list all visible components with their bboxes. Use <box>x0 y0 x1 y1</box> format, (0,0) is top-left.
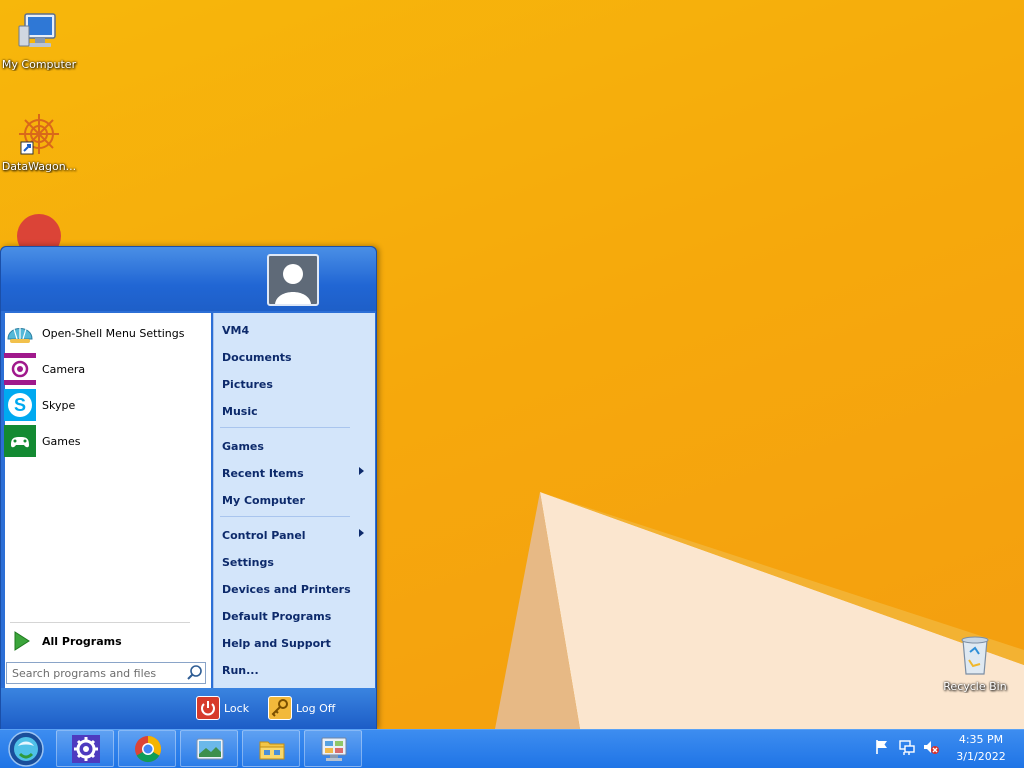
right-item-my-computer[interactable]: My Computer <box>222 489 370 511</box>
right-item-label: Control Panel <box>222 528 306 542</box>
right-item-label: Devices and Printers <box>222 582 351 596</box>
right-item-default-programs[interactable]: Default Programs <box>222 605 370 627</box>
pinned-item-label: Camera <box>42 362 86 376</box>
lock-label: Lock <box>224 701 250 715</box>
taskbar-explorer-button[interactable] <box>242 730 300 767</box>
logoff-label: Log Off <box>296 701 336 715</box>
control-panel-icon <box>319 734 349 764</box>
right-item-vm4[interactable]: VM4 <box>222 319 370 341</box>
taskbar-chrome-button[interactable] <box>118 730 176 767</box>
flag-icon[interactable] <box>873 738 891 756</box>
pinned-item-label: Skype <box>42 398 76 412</box>
right-item-label: Recent Items <box>222 466 304 480</box>
right-item-label: Music <box>222 404 258 418</box>
folder-icon <box>257 734 287 764</box>
pinned-item-games[interactable]: Games <box>4 424 200 458</box>
start-menu-header <box>1 247 376 311</box>
right-item-music[interactable]: Music <box>222 400 370 422</box>
right-item-control-panel[interactable]: Control Panel <box>222 524 370 546</box>
taskbar-clock[interactable]: 4:35 PM 3/1/2022 <box>948 731 1014 765</box>
right-item-recent-items[interactable]: Recent Items <box>222 462 370 484</box>
right-item-label: Help and Support <box>222 636 331 650</box>
right-item-label: Games <box>222 439 264 453</box>
start-orb-icon <box>8 731 44 767</box>
submenu-arrow-icon <box>359 529 364 537</box>
start-button[interactable] <box>6 730 46 768</box>
right-item-help-support[interactable]: Help and Support <box>222 632 370 654</box>
right-item-pictures[interactable]: Pictures <box>222 373 370 395</box>
pinned-item-skype[interactable]: S Skype <box>4 388 200 422</box>
svg-text:S: S <box>14 395 26 415</box>
logoff-button[interactable]: Log Off <box>268 695 335 721</box>
right-item-devices-printers[interactable]: Devices and Printers <box>222 578 370 600</box>
power-icon <box>196 696 220 720</box>
pinned-item-camera[interactable]: Camera <box>4 352 200 386</box>
right-item-documents[interactable]: Documents <box>222 346 370 368</box>
volume-muted-icon[interactable] <box>922 738 940 756</box>
landscape-icon <box>195 734 225 764</box>
play-arrow-icon <box>10 630 32 652</box>
clock-time: 4:35 PM <box>958 733 1004 746</box>
datawagon-icon <box>15 110 63 158</box>
desktop-icon-label: DataWagon... <box>1 160 77 173</box>
shell-icon <box>4 317 36 349</box>
recycle-bin-icon <box>951 630 999 678</box>
right-item-label: Documents <box>222 350 292 364</box>
skype-icon: S <box>4 389 36 421</box>
submenu-arrow-icon <box>359 467 364 475</box>
taskbar-control-panel-button[interactable] <box>304 730 362 767</box>
desktop-icon-label: Recycle Bin <box>943 680 1007 693</box>
desktop-icon-my-computer[interactable]: My Computer <box>0 8 78 71</box>
taskbar-photos-button[interactable] <box>180 730 238 767</box>
left-pane-divider <box>10 622 190 623</box>
right-item-label: Run... <box>222 663 259 677</box>
user-icon <box>269 256 317 304</box>
desktop-icon-datawagon[interactable]: DataWagon... <box>0 110 78 173</box>
taskbar-settings-button[interactable] <box>56 730 114 767</box>
desktop-icon-recycle-bin[interactable]: Recycle Bin <box>936 630 1014 693</box>
user-avatar[interactable] <box>267 254 319 306</box>
right-item-label: Settings <box>222 555 274 569</box>
search-icon[interactable] <box>186 664 204 682</box>
right-item-settings[interactable]: Settings <box>222 551 370 573</box>
pinned-item-label: Open-Shell Menu Settings <box>42 326 185 340</box>
desktop-icon-label: My Computer <box>1 58 77 71</box>
gear-icon <box>71 734 101 764</box>
right-pane-divider <box>220 516 350 517</box>
all-programs-label: All Programs <box>42 634 122 648</box>
pinned-item-open-shell-settings[interactable]: Open-Shell Menu Settings <box>4 316 200 350</box>
right-item-games[interactable]: Games <box>222 435 370 457</box>
camera-icon <box>4 353 36 385</box>
search-input[interactable] <box>6 662 206 684</box>
right-item-label: Default Programs <box>222 609 332 623</box>
right-item-label: Pictures <box>222 377 273 391</box>
pinned-item-label: Games <box>42 434 81 448</box>
right-pane-divider <box>220 427 350 428</box>
chrome-icon <box>133 734 163 764</box>
right-item-label: VM4 <box>222 323 250 337</box>
clock-date: 3/1/2022 <box>956 750 1006 763</box>
all-programs-button[interactable]: All Programs <box>10 628 200 654</box>
lock-button[interactable]: Lock <box>196 695 249 721</box>
computer-icon <box>15 8 63 56</box>
games-icon <box>4 425 36 457</box>
right-item-label: My Computer <box>222 493 305 507</box>
network-icon[interactable] <box>898 738 916 756</box>
key-icon <box>268 696 292 720</box>
right-item-run[interactable]: Run... <box>222 659 370 681</box>
